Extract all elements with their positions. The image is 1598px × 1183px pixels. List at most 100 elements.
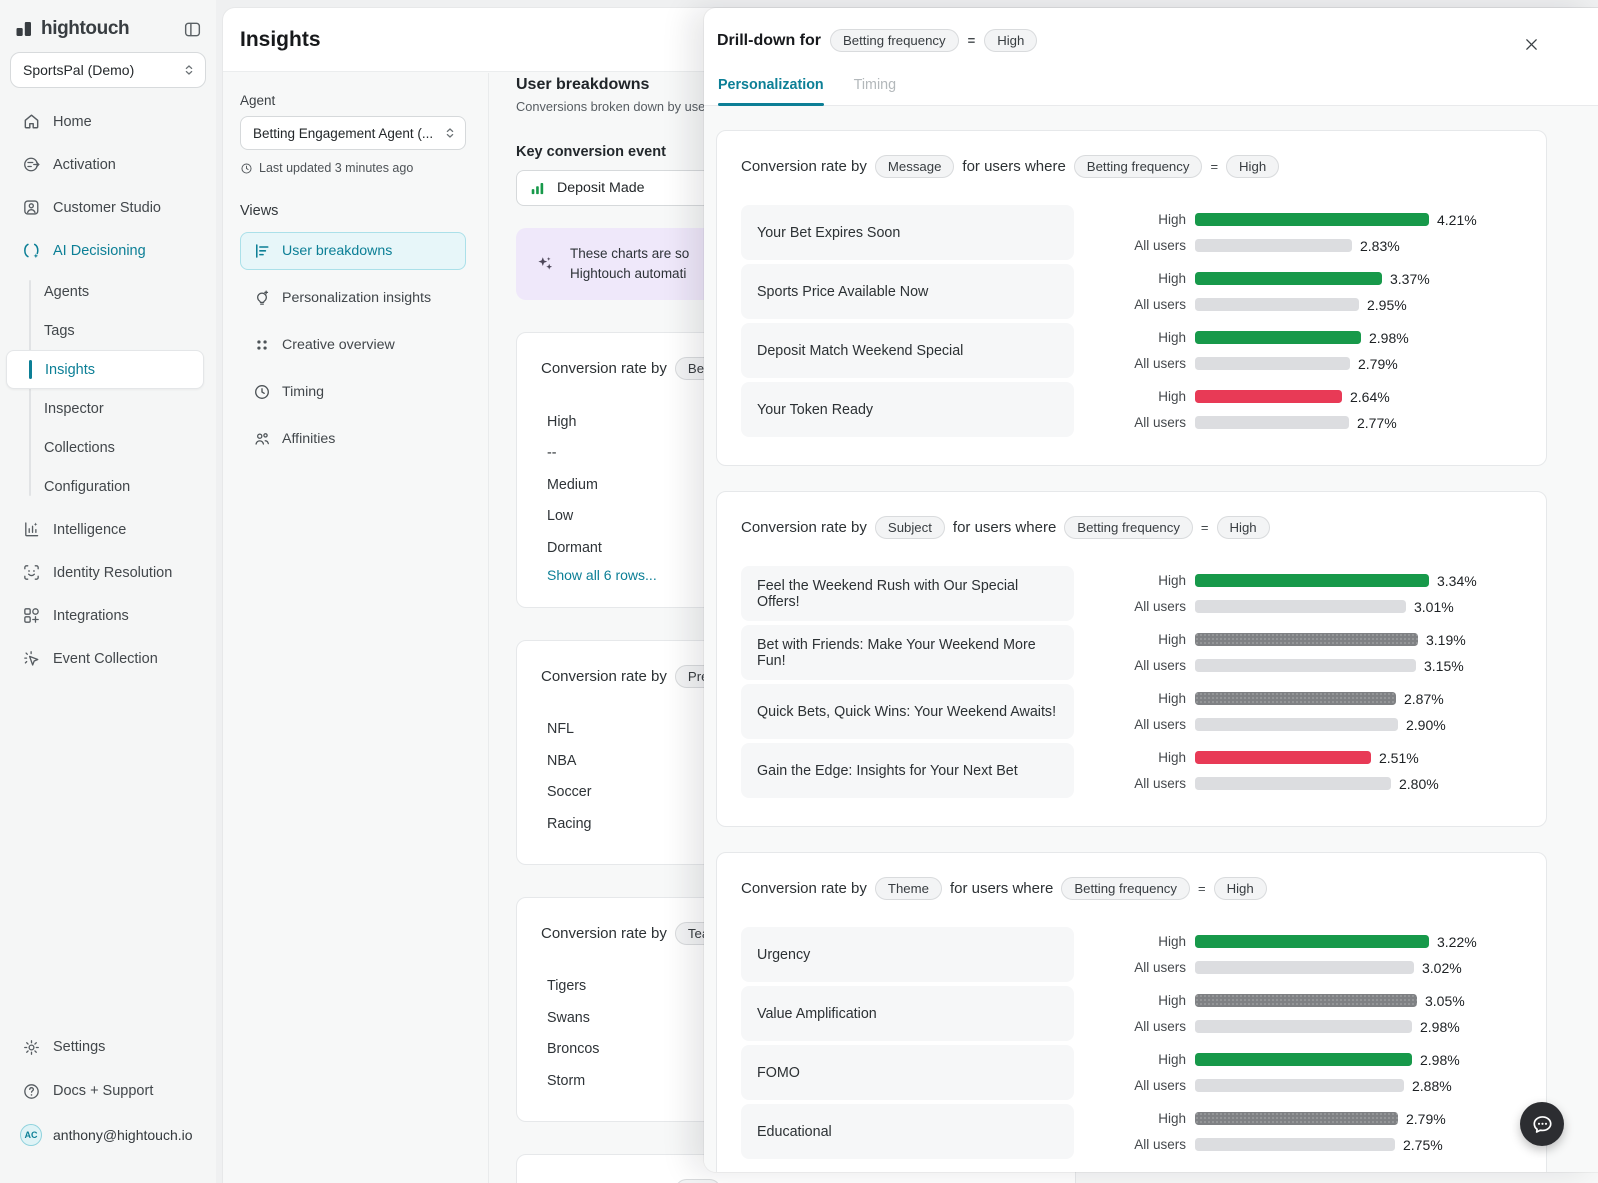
- sidebar-collapse-icon[interactable]: [183, 20, 202, 39]
- sidebar-item-agents[interactable]: Agents: [0, 272, 216, 311]
- workspace-selector[interactable]: SportsPal (Demo): [10, 52, 206, 88]
- bar-value: 2.79%: [1406, 1111, 1446, 1127]
- bar: [1195, 416, 1349, 429]
- card-header-text: Conversion rate by: [741, 158, 867, 175]
- bar-value: 4.21%: [1437, 212, 1477, 228]
- table-row: Deposit Match Weekend Special High2.98%Al…: [741, 323, 1522, 378]
- series-label: High: [1094, 1052, 1186, 1067]
- row-label: Urgency: [741, 927, 1074, 982]
- drilldown-panel: Drill-down for Betting frequency = High …: [704, 8, 1598, 1172]
- bar-value: 2.87%: [1404, 691, 1444, 707]
- integrations-icon: [22, 606, 41, 625]
- series-label: High: [1094, 934, 1186, 949]
- sidebar-item-event-collection[interactable]: Event Collection: [0, 637, 216, 680]
- sidebar-nav-secondary: Intelligence Identity Resolution Integrati…: [0, 508, 216, 680]
- logo-row: hightouch: [0, 0, 216, 40]
- value-pill: High: [984, 29, 1037, 52]
- bar: [1195, 994, 1417, 1007]
- equals-sign: =: [968, 33, 976, 48]
- row-bars: High2.79%All users2.75%: [1094, 1111, 1446, 1153]
- filter-pill: Betting frequency: [830, 29, 959, 52]
- series-label: All users: [1094, 717, 1186, 732]
- bar: [1195, 1079, 1404, 1092]
- bar: [1195, 1138, 1395, 1151]
- series-label: All users: [1094, 658, 1186, 673]
- series-label: High: [1094, 271, 1186, 286]
- bar: [1195, 390, 1342, 403]
- view-item-affinities[interactable]: Affinities: [240, 420, 466, 458]
- bar: [1195, 239, 1352, 252]
- bar: [1195, 751, 1371, 764]
- bar-line: High3.19%: [1094, 632, 1466, 648]
- workspace-name: SportsPal (Demo): [23, 62, 182, 78]
- sidebar-item-identity-resolution[interactable]: Identity Resolution: [0, 551, 216, 594]
- bar-value: 2.88%: [1412, 1078, 1452, 1094]
- sidebar-footer: SettingsDocs + Support AC anthony@highto…: [0, 1025, 216, 1157]
- view-item-user-breakdowns[interactable]: User breakdowns: [240, 232, 466, 270]
- sidebar-item-label: Inspector: [44, 401, 104, 417]
- key-event-value: Deposit Made: [557, 180, 645, 196]
- sidebar-item-home[interactable]: Home: [0, 100, 216, 143]
- sidebar-item-tags[interactable]: Tags: [0, 311, 216, 350]
- bar: [1195, 600, 1406, 613]
- bar: [1195, 272, 1382, 285]
- sidebar-item-ai-decisioning[interactable]: AI Decisioning: [0, 229, 216, 272]
- gear-icon: [22, 1038, 41, 1057]
- series-label: High: [1094, 330, 1186, 345]
- bar: [1195, 213, 1429, 226]
- sidebar-item-activation[interactable]: Activation: [0, 143, 216, 186]
- sidebar-item-integrations[interactable]: Integrations: [0, 594, 216, 637]
- bar-value: 2.98%: [1420, 1052, 1460, 1068]
- account-menu[interactable]: AC anthony@hightouch.io: [0, 1113, 216, 1157]
- sidebar-item-label: Identity Resolution: [53, 565, 172, 581]
- sidebar-item-insights[interactable]: Insights: [6, 350, 204, 389]
- value-pill: High: [1226, 155, 1279, 178]
- row-bars: High2.98%All users2.79%: [1094, 330, 1409, 372]
- bar-value: 2.83%: [1360, 238, 1400, 254]
- bar: [1195, 961, 1414, 974]
- card-header-text: Conversion rate by: [741, 519, 867, 536]
- chevron-up-down-icon: [182, 63, 196, 77]
- row-label: Deposit Match Weekend Special: [741, 323, 1074, 378]
- sparkles-icon: [535, 254, 555, 274]
- row-bars: High3.19%All users3.15%: [1094, 632, 1466, 674]
- chat-support-button[interactable]: [1520, 1102, 1564, 1146]
- filter-pill: Betting frequency: [1074, 155, 1203, 178]
- activation-icon: [22, 155, 41, 174]
- bar-value: 2.51%: [1379, 750, 1419, 766]
- bar-line: All users2.79%: [1094, 356, 1409, 372]
- agent-select[interactable]: Betting Engagement Agent (...: [240, 116, 466, 150]
- sidebar-item-configuration[interactable]: Configuration: [0, 467, 216, 506]
- view-item-label: Affinities: [282, 431, 335, 447]
- bar-value: 3.01%: [1414, 599, 1454, 615]
- sidebar-item-intelligence[interactable]: Intelligence: [0, 508, 216, 551]
- card-header-text: for users where: [962, 158, 1065, 175]
- series-label: High: [1094, 691, 1186, 706]
- view-item-timing[interactable]: Timing: [240, 373, 466, 411]
- series-label: High: [1094, 1111, 1186, 1126]
- series-label: High: [1094, 212, 1186, 227]
- sidebar-item-inspector[interactable]: Inspector: [0, 389, 216, 428]
- value-pill: High: [1217, 516, 1270, 539]
- view-item-label: User breakdowns: [282, 243, 392, 259]
- sidebar-item-customer-studio[interactable]: Customer Studio: [0, 186, 216, 229]
- avatar: AC: [20, 1124, 42, 1146]
- bar: [1195, 1112, 1398, 1125]
- close-icon[interactable]: [1523, 36, 1540, 53]
- tab-timing[interactable]: Timing: [854, 77, 896, 105]
- sidebar-item-docs-support[interactable]: Docs + Support: [0, 1069, 216, 1113]
- view-item-creative-overview[interactable]: Creative overview: [240, 326, 466, 364]
- sidebar-item-collections[interactable]: Collections: [0, 428, 216, 467]
- bar-chart-icon: [529, 180, 546, 197]
- view-item-personalization-insights[interactable]: Personalization insights: [240, 279, 466, 317]
- bar-line: High2.64%: [1094, 389, 1397, 405]
- row-bars: High4.21%All users2.83%: [1094, 212, 1477, 254]
- bar-value: 2.75%: [1403, 1137, 1443, 1153]
- bar-line: All users2.77%: [1094, 415, 1397, 431]
- sidebar-item-settings[interactable]: Settings: [0, 1025, 216, 1069]
- bar: [1195, 574, 1429, 587]
- sidebar-nav-primary: HomeActivationCustomer StudioAI Decision…: [0, 100, 216, 272]
- conversion-card-message: Conversion rate byMessagefor users where…: [716, 130, 1547, 466]
- tab-personalization[interactable]: Personalization: [718, 77, 824, 105]
- bar-line: High2.51%: [1094, 750, 1439, 766]
